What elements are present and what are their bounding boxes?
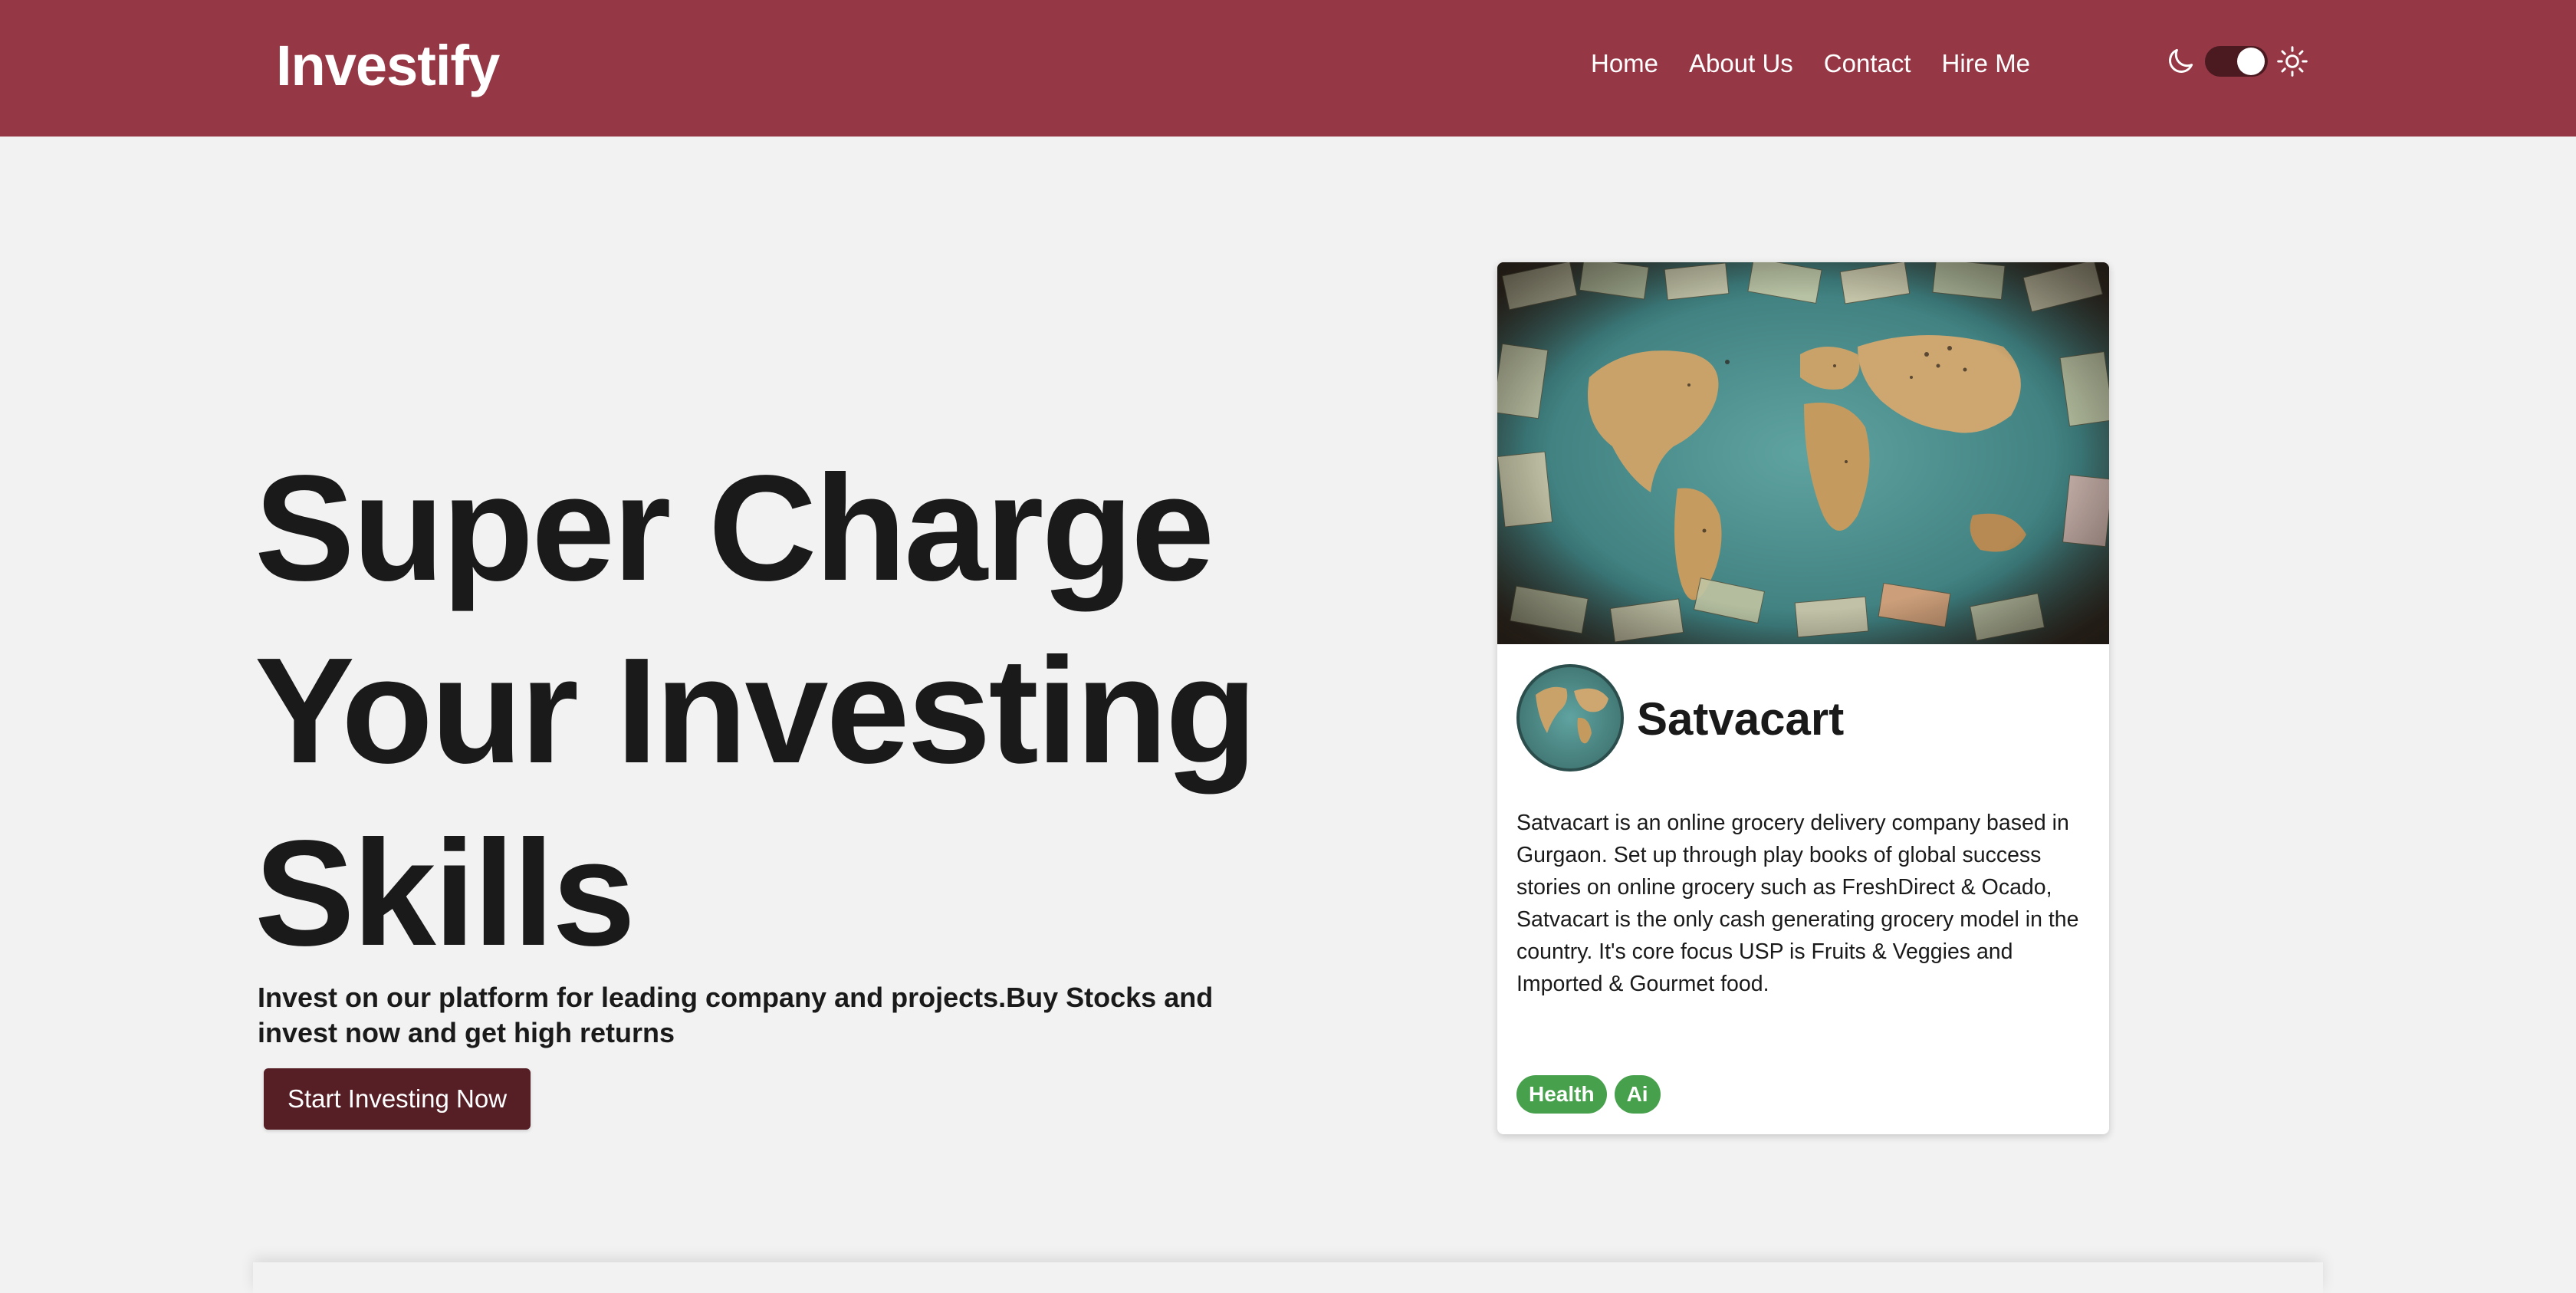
tag-list: Health Ai (1516, 1075, 1661, 1114)
navbar: Investify Home About Us Contact Hire Me (0, 0, 2576, 137)
card-cover-image (1497, 262, 2109, 644)
nav-link-hire-me[interactable]: Hire Me (1942, 46, 2031, 81)
hero-title: Super Charge Your Investing Skills (255, 437, 1328, 985)
hero-title-line: Skills (255, 809, 636, 977)
theme-toggle-knob (2237, 48, 2265, 75)
nav-link-home[interactable]: Home (1591, 46, 1658, 81)
brand-logo[interactable]: Investify (276, 29, 500, 103)
company-avatar (1516, 664, 1624, 772)
hero-title-line: Super Charge (255, 444, 1214, 612)
company-card[interactable]: Satvacart Satvacart is an online grocery… (1497, 262, 2109, 1134)
tag-health[interactable]: Health (1516, 1075, 1607, 1114)
nav-link-contact[interactable]: Contact (1824, 46, 1911, 81)
theme-switch (2164, 44, 2309, 78)
moon-icon (2164, 44, 2197, 78)
next-section-edge (253, 1262, 2323, 1293)
company-name: Satvacart (1637, 693, 1845, 745)
company-description: Satvacart is an online grocery delivery … (1516, 811, 2079, 996)
nav-links: Home About Us Contact Hire Me (1591, 46, 2030, 81)
hero-title-line: Your Investing (255, 627, 1257, 795)
tag-ai[interactable]: Ai (1614, 1075, 1661, 1114)
theme-toggle[interactable] (2205, 46, 2268, 77)
sun-icon (2275, 44, 2309, 78)
start-investing-button[interactable]: Start Investing Now (264, 1068, 531, 1130)
nav-link-about-us[interactable]: About Us (1689, 46, 1793, 81)
hero-subtitle: Invest on our platform for leading compa… (258, 982, 1214, 1048)
